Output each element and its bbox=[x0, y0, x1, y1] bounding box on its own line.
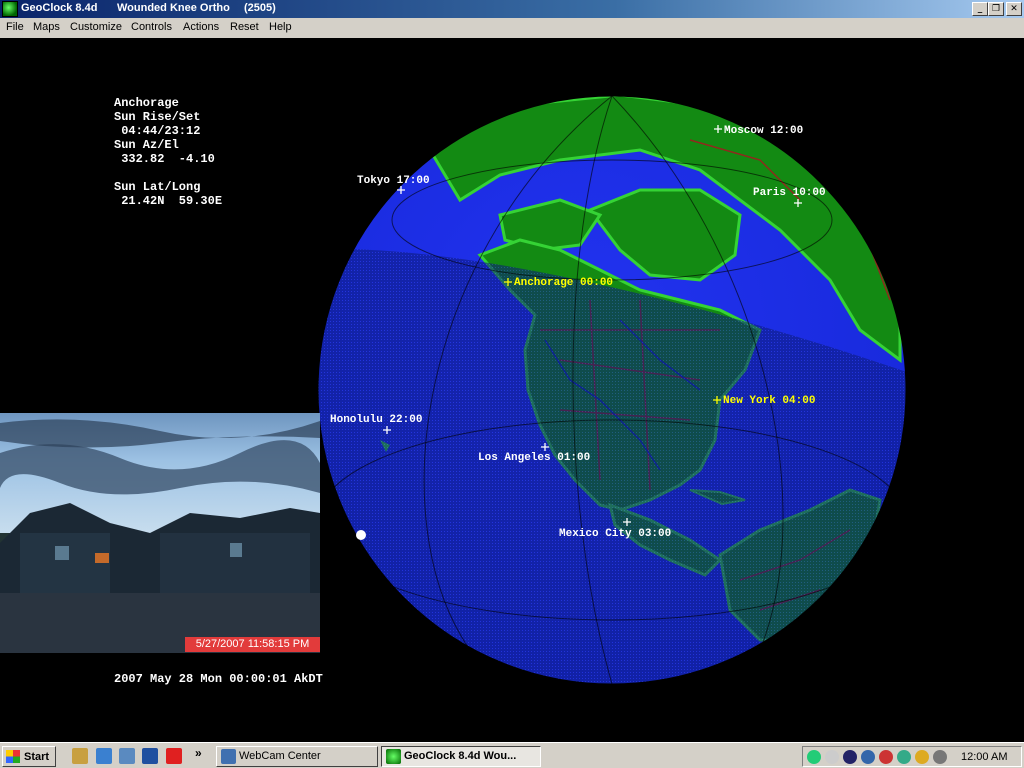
city-label: Los Angeles 01:00 bbox=[478, 452, 590, 464]
maximize-button[interactable]: ❐ bbox=[988, 2, 1004, 16]
minimize-button[interactable]: _ bbox=[972, 2, 988, 16]
quicklaunch-overflow-chevron-icon[interactable]: » bbox=[195, 746, 202, 760]
internet-explorer-icon[interactable] bbox=[96, 748, 112, 764]
city-label: Honolulu 22:00 bbox=[330, 414, 422, 426]
window-title-number: (2505) bbox=[244, 2, 276, 14]
tray-volume-icon[interactable] bbox=[825, 750, 839, 764]
tray-webcam-icon[interactable] bbox=[843, 750, 857, 764]
window-title-doc: Wounded Knee Ortho bbox=[117, 2, 230, 14]
menu-maps[interactable]: Maps bbox=[33, 21, 60, 33]
task-webcam-center[interactable]: WebCam Center bbox=[216, 746, 378, 767]
ftp-icon[interactable] bbox=[142, 748, 158, 764]
network-icon[interactable] bbox=[119, 748, 135, 764]
menu-bar: File Maps Customize Controls Actions Res… bbox=[0, 18, 1024, 38]
tray-lan-icon[interactable] bbox=[861, 750, 875, 764]
menu-reset[interactable]: Reset bbox=[230, 21, 259, 33]
task-geoclock[interactable]: GeoClock 8.4d Wou... bbox=[381, 746, 541, 767]
menu-actions[interactable]: Actions bbox=[183, 21, 219, 33]
city-1: Moscow 12:00 bbox=[714, 125, 803, 137]
city-3: Anchorage 00:00 bbox=[504, 277, 613, 289]
menu-customize[interactable]: Customize bbox=[70, 21, 122, 33]
menu-help[interactable]: Help bbox=[269, 21, 292, 33]
tray-geoclock-icon[interactable] bbox=[897, 750, 911, 764]
city-label: Anchorage 00:00 bbox=[514, 277, 613, 289]
first-aid-icon[interactable] bbox=[166, 748, 182, 764]
tray-security-icon[interactable] bbox=[879, 750, 893, 764]
date-time-readout: 2007 May 28 Mon 00:00:01 AkDT bbox=[114, 672, 323, 686]
webcam-image bbox=[0, 413, 320, 653]
city-label: New York 04:00 bbox=[723, 395, 815, 407]
city-label: Paris 10:00 bbox=[753, 187, 826, 199]
webcam-center-icon bbox=[221, 749, 236, 764]
system-tray: 12:00 AM bbox=[802, 746, 1022, 767]
geoclock-task-icon bbox=[386, 749, 401, 764]
start-label: Start bbox=[24, 751, 50, 763]
tray-settings-icon[interactable] bbox=[933, 750, 947, 764]
taskbar: Start » WebCam Center GeoClock 8.4d Wou.… bbox=[0, 742, 1024, 768]
webcam-timestamp: 5/27/2007 11:58:15 PM bbox=[185, 637, 320, 652]
city-label: Mexico City 03:00 bbox=[559, 528, 671, 540]
tray-globe-icon[interactable] bbox=[915, 750, 929, 764]
title-bar[interactable]: GeoClock 8.4d Wounded Knee Ortho (2505) … bbox=[0, 0, 1024, 18]
city-5: New York 04:00 bbox=[713, 395, 815, 407]
task-geoclock-label: GeoClock 8.4d Wou... bbox=[404, 750, 517, 762]
city-label: Moscow 12:00 bbox=[724, 125, 803, 137]
task-webcam-center-label: WebCam Center bbox=[239, 750, 321, 762]
sun-marker bbox=[356, 530, 366, 540]
window-title-app: GeoClock 8.4d bbox=[21, 2, 98, 14]
windows-logo-icon bbox=[6, 750, 20, 763]
menu-controls[interactable]: Controls bbox=[131, 21, 172, 33]
taskbar-clock[interactable]: 12:00 AM bbox=[961, 751, 1007, 763]
tray-network-icon[interactable] bbox=[807, 750, 821, 764]
show-desktop-icon[interactable] bbox=[72, 748, 88, 764]
start-button[interactable]: Start bbox=[2, 746, 56, 767]
close-button[interactable]: ✕ bbox=[1006, 2, 1022, 16]
menu-file[interactable]: File bbox=[6, 21, 24, 33]
city-label: Tokyo 17:00 bbox=[357, 175, 430, 187]
geoclock-app-icon[interactable] bbox=[2, 1, 18, 17]
